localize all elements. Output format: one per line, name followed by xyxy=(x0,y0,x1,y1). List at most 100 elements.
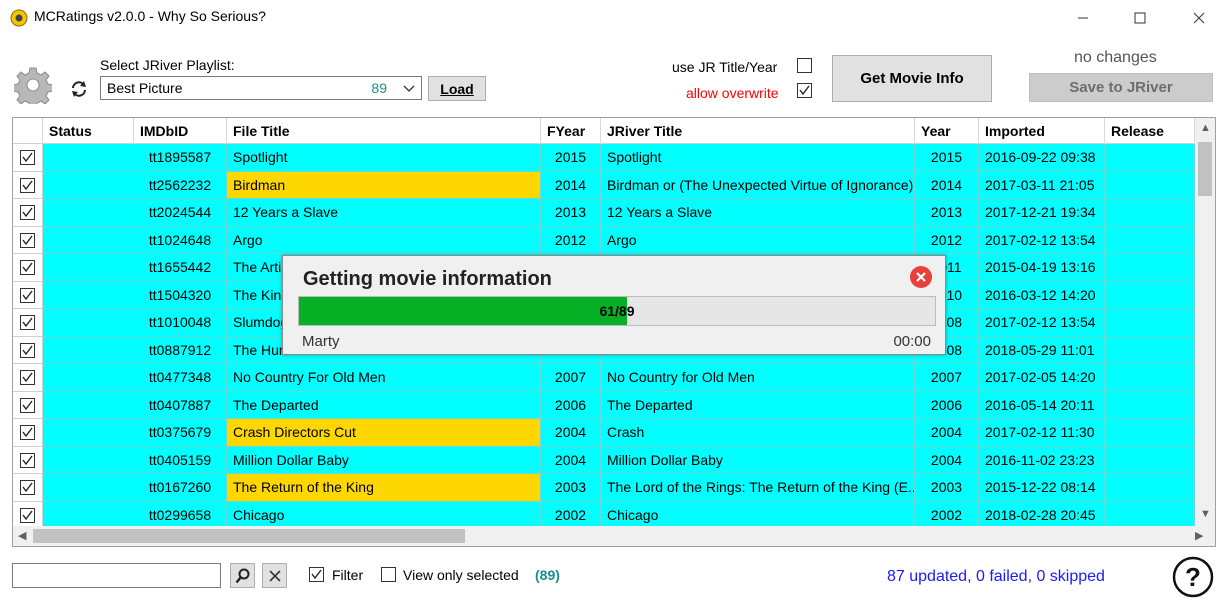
cell-release[interactable] xyxy=(1105,144,1195,172)
row-checkbox[interactable] xyxy=(20,205,35,220)
cell-status[interactable] xyxy=(43,501,134,529)
scroll-up-icon[interactable]: ▲ xyxy=(1200,122,1211,134)
cell-release[interactable] xyxy=(1105,281,1195,309)
horizontal-scroll-thumb[interactable] xyxy=(33,529,465,543)
cell-release[interactable] xyxy=(1105,446,1195,474)
cell-year[interactable]: 2013 xyxy=(915,199,979,227)
table-row[interactable]: tt1024648 Argo 2012 Argo 2012 2017-02-12 13:5… xyxy=(13,226,1195,254)
cell-status[interactable] xyxy=(43,226,134,254)
cell-fyear[interactable]: 2004 xyxy=(541,446,601,474)
scroll-right-icon[interactable]: ▶ xyxy=(1195,529,1203,542)
row-checkbox[interactable] xyxy=(20,232,35,248)
row-checkbox[interactable] xyxy=(20,342,35,358)
cell-imported[interactable]: 2017-02-05 14:20 xyxy=(979,364,1105,392)
cell-jr-title[interactable]: 12 Years a Slave xyxy=(601,199,915,227)
row-select-cell[interactable] xyxy=(13,419,43,447)
cell-imdb[interactable]: tt0887912 xyxy=(134,336,227,364)
cell-imdb[interactable]: tt1504320 xyxy=(134,281,227,309)
cell-year[interactable]: 2006 xyxy=(915,391,979,419)
row-checkbox[interactable] xyxy=(20,260,35,275)
row-checkbox[interactable] xyxy=(20,397,35,413)
cell-file-title[interactable]: The Departed xyxy=(227,391,541,419)
cell-status[interactable] xyxy=(43,199,134,227)
cell-jr-title[interactable]: Birdman or (The Unexpected Virtue of Ign… xyxy=(601,171,915,199)
filter-checkbox[interactable] xyxy=(309,567,324,582)
cell-imdb[interactable]: tt2024544 xyxy=(134,199,227,227)
cell-status[interactable] xyxy=(43,364,134,392)
row-checkbox[interactable] xyxy=(20,287,35,303)
cell-imdb[interactable]: tt0167260 xyxy=(134,474,227,502)
cell-jr-title[interactable]: Argo xyxy=(601,226,915,254)
cell-imdb[interactable]: tt1010048 xyxy=(134,309,227,337)
cell-year[interactable]: 2002 xyxy=(915,501,979,529)
settings-gear-icon[interactable] xyxy=(14,66,52,104)
cell-imported[interactable]: 2017-02-12 11:30 xyxy=(979,419,1105,447)
cell-jr-title[interactable]: Million Dollar Baby xyxy=(601,446,915,474)
cell-imdb[interactable]: tt1024648 xyxy=(134,226,227,254)
cell-file-title[interactable]: Chicago xyxy=(227,501,541,529)
cell-jr-title[interactable]: The Departed xyxy=(601,391,915,419)
cell-release[interactable] xyxy=(1105,171,1195,199)
cell-imported[interactable]: 2016-09-22 09:38 xyxy=(979,144,1105,172)
cell-file-title[interactable]: Crash Directors Cut xyxy=(227,419,541,447)
cell-status[interactable] xyxy=(43,391,134,419)
row-checkbox[interactable] xyxy=(20,452,35,468)
cell-year[interactable]: 2012 xyxy=(915,226,979,254)
cell-file-title[interactable]: Argo xyxy=(227,226,541,254)
row-checkbox[interactable] xyxy=(20,177,35,193)
header-select[interactable] xyxy=(13,118,43,144)
cell-release[interactable] xyxy=(1105,309,1195,337)
cell-release[interactable] xyxy=(1105,474,1195,502)
cell-file-title[interactable]: Million Dollar Baby xyxy=(227,446,541,474)
cell-fyear[interactable]: 2006 xyxy=(541,391,601,419)
horizontal-scrollbar[interactable]: ◀ ▶ xyxy=(13,526,1215,546)
cell-year[interactable]: 2003 xyxy=(915,474,979,502)
cell-status[interactable] xyxy=(43,474,134,502)
row-select-cell[interactable] xyxy=(13,391,43,419)
cell-imported[interactable]: 2016-05-14 20:11 xyxy=(979,391,1105,419)
get-movie-info-button[interactable]: Get Movie Info xyxy=(832,55,992,102)
cell-fyear[interactable]: 2004 xyxy=(541,419,601,447)
scroll-left-icon[interactable]: ◀ xyxy=(18,529,26,542)
cell-status[interactable] xyxy=(43,144,134,172)
cell-imported[interactable]: 2018-05-29 11:01 xyxy=(979,336,1105,364)
header-file-title[interactable]: File Title xyxy=(227,118,541,144)
cell-file-title[interactable]: The Return of the King xyxy=(227,474,541,502)
cell-year[interactable]: 2004 xyxy=(915,419,979,447)
cell-status[interactable] xyxy=(43,281,134,309)
save-to-jriver-button[interactable]: Save to JRiver xyxy=(1029,73,1213,102)
cell-year[interactable]: 2015 xyxy=(915,144,979,172)
cell-status[interactable] xyxy=(43,419,134,447)
cell-imdb[interactable]: tt0477348 xyxy=(134,364,227,392)
allow-overwrite-checkbox[interactable] xyxy=(797,83,812,98)
cell-status[interactable] xyxy=(43,336,134,364)
header-year[interactable]: Year xyxy=(915,118,979,144)
cell-status[interactable] xyxy=(43,171,134,199)
cell-imported[interactable]: 2017-12-21 19:34 xyxy=(979,199,1105,227)
header-release[interactable]: Release xyxy=(1105,118,1195,144)
search-button[interactable] xyxy=(230,563,255,588)
cell-jr-title[interactable]: Crash xyxy=(601,419,915,447)
row-checkbox[interactable] xyxy=(20,480,35,495)
header-imdbid[interactable]: IMDbID xyxy=(134,118,227,144)
row-select-cell[interactable] xyxy=(13,171,43,199)
cell-release[interactable] xyxy=(1105,501,1195,529)
row-select-cell[interactable] xyxy=(13,336,43,364)
cell-jr-title[interactable]: The Lord of the Rings: The Return of the… xyxy=(601,474,915,502)
cell-year[interactable]: 2007 xyxy=(915,364,979,392)
table-row[interactable]: tt0167260 The Return of the King 2003 The L… xyxy=(13,474,1195,502)
maximize-button[interactable] xyxy=(1117,0,1163,36)
cell-status[interactable] xyxy=(43,309,134,337)
cell-imdb[interactable]: tt2562232 xyxy=(134,171,227,199)
cell-status[interactable] xyxy=(43,254,134,282)
cell-jr-title[interactable]: Spotlight xyxy=(601,144,915,172)
cell-release[interactable] xyxy=(1105,199,1195,227)
cell-fyear[interactable]: 2013 xyxy=(541,199,601,227)
row-select-cell[interactable] xyxy=(13,474,43,502)
cell-jr-title[interactable]: Chicago xyxy=(601,501,915,529)
row-checkbox[interactable] xyxy=(20,425,35,440)
header-fyear[interactable]: FYear xyxy=(541,118,601,144)
cell-fyear[interactable]: 2003 xyxy=(541,474,601,502)
table-row[interactable]: tt0477348 No Country For Old Men 2007 No Co… xyxy=(13,364,1195,392)
search-input[interactable] xyxy=(12,563,221,588)
